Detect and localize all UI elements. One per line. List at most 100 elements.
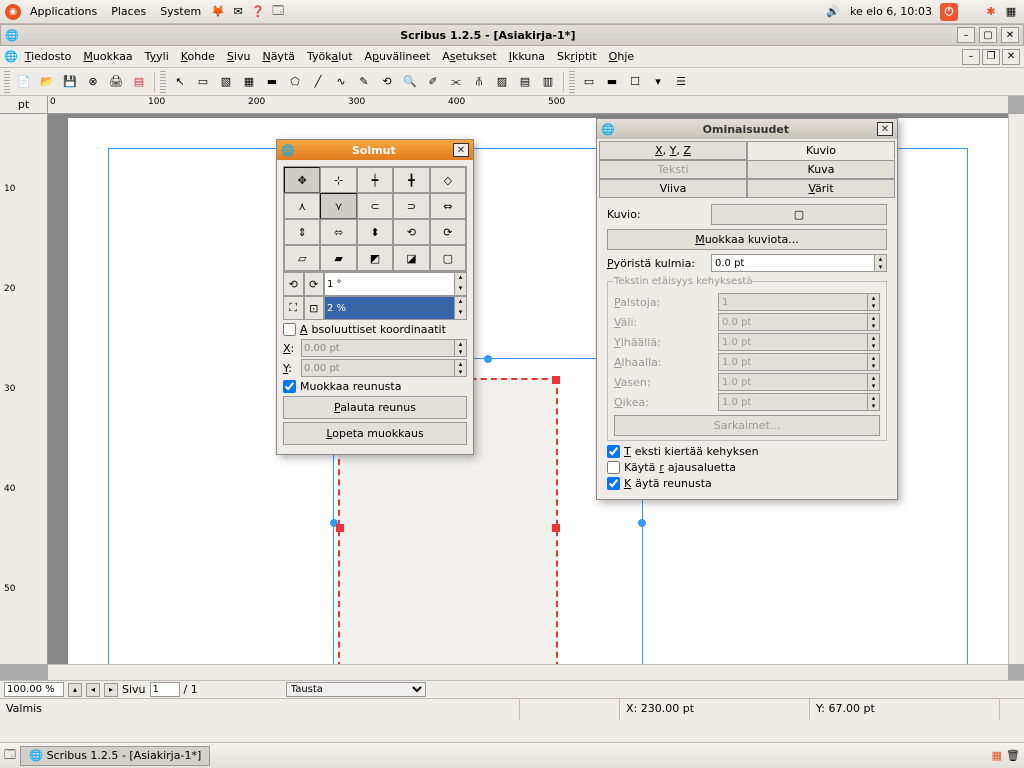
skew-d-button[interactable]: ◪ [393,245,429,271]
applications-menu[interactable]: Applications [24,3,103,20]
nodes-titlebar[interactable]: 🌐 Solmut ✕ [277,140,473,160]
mdi-restore-icon[interactable]: ❐ [982,49,1000,65]
mdi-close-icon[interactable]: ✕ [1002,49,1020,65]
end-editing-button[interactable]: Lopeta muokkaus [283,422,467,445]
delete-node-button[interactable]: ╋ [393,167,429,193]
close-icon[interactable]: ✕ [877,122,893,136]
use-contour-checkbox[interactable]: Käytä reunusta [607,477,887,490]
measure-tool[interactable]: ▨ [491,71,513,93]
shrink-button[interactable]: ⊡ [304,296,325,320]
shear-h-button[interactable]: ⬄ [320,219,356,245]
reset-contour-button[interactable]: Palauta reunus [283,396,467,419]
taskbar-scribus[interactable]: 🌐 Scribus 1.2.5 - [Asiakirja-1*] [20,746,210,766]
menu-tyyli[interactable]: Tyyli [140,48,174,65]
ruler-unit[interactable]: pt [0,96,48,114]
help-icon[interactable]: ❓ [249,3,267,21]
image-frame-tool[interactable]: ▧ [215,71,237,93]
ruler-horizontal[interactable]: 0 100 200 300 400 500 [48,96,1008,114]
zoom-up[interactable]: ▴ [68,683,82,697]
new-doc-button[interactable]: 📄 [13,71,35,93]
text-wrap-checkbox[interactable]: Teksti kiertää kehyksen [607,445,887,458]
percent-input[interactable]: ▴▾ [324,296,467,320]
reset-shape-button[interactable]: ▢ [430,245,466,271]
menu-ohje[interactable]: Ohje [604,48,639,65]
rotate-cw2-button[interactable]: ⟳ [304,272,325,296]
menu-nayta[interactable]: Näytä [257,48,300,65]
tray-icon-1[interactable]: ✱ [982,3,1000,21]
move-node-button[interactable]: ✥ [284,167,320,193]
mdi-minimize-icon[interactable]: – [962,49,980,65]
minimize-button[interactable]: – [957,27,975,43]
mail-icon[interactable]: ✉ [229,3,247,21]
edit-contour-checkbox[interactable]: Muokkaa reunusta [283,380,467,393]
sym-ctrl-button[interactable]: ⋎ [320,193,356,219]
skew-u-button[interactable]: ◩ [357,245,393,271]
freehand-tool[interactable]: ✎ [353,71,375,93]
open-path-button[interactable]: ⊂ [357,193,393,219]
pdf-export-button[interactable]: ▤ [128,71,150,93]
properties-titlebar[interactable]: 🌐 Ominaisuudet ✕ [597,119,897,139]
properties-palette[interactable]: 🌐 Ominaisuudet ✕ X, Y, Z Kuvio Teksti Ku… [596,118,898,500]
tab-shape[interactable]: Kuvio [747,141,895,160]
workspace-switcher-icon[interactable]: ▦ [992,749,1002,762]
use-bbox-checkbox[interactable]: Käytä rajausaluetta [607,461,887,474]
pdf-text-tool[interactable]: ▬ [601,71,623,93]
line-tool[interactable]: ╱ [307,71,329,93]
scroll-left[interactable]: ◂ [86,683,100,697]
zoom-tool[interactable]: 🔍 [399,71,421,93]
system-menu[interactable]: System [154,3,207,20]
pdf-button-tool[interactable]: ▭ [578,71,600,93]
menu-asetukset[interactable]: Asetukset [437,48,502,65]
open-doc-button[interactable]: 📂 [36,71,58,93]
pdf-list-tool[interactable]: ☰ [670,71,692,93]
menu-skriptit[interactable]: Skriptit [552,48,602,65]
pdf-checkbox-tool[interactable]: ☐ [624,71,646,93]
select-tool[interactable]: ↖ [169,71,191,93]
reset-ctrl-button[interactable]: ◇ [430,167,466,193]
unlink-frames-tool[interactable]: ⫚ [468,71,490,93]
clock[interactable]: ke elo 6, 10:03 [844,3,938,20]
zoom-input[interactable] [4,682,64,697]
link-frames-tool[interactable]: ⫘ [445,71,467,93]
scrollbar-vertical[interactable] [1008,114,1024,664]
tab-line[interactable]: Viiva [599,179,747,198]
shear-v-button[interactable]: ⬍ [357,219,393,245]
menu-muokkaa[interactable]: Muokkaa [78,48,137,65]
tray-icon-2[interactable]: ▦ [1002,3,1020,21]
scrollbar-horizontal[interactable] [48,664,1008,680]
tab-xyz[interactable]: X, Y, Z [599,141,747,160]
firefox-icon[interactable]: 🦊 [209,3,227,21]
toolbar-handle-icon[interactable] [160,71,166,93]
page-input[interactable] [150,682,180,697]
layer-select[interactable]: Tausta [286,682,426,697]
absolute-coords-checkbox[interactable]: AAbsoluuttiset koordinaatitbsoluuttiset … [283,323,467,336]
tab-image[interactable]: Kuva [747,160,895,179]
scroll-right[interactable]: ▸ [104,683,118,697]
trash-icon[interactable]: 🗑 [1006,749,1020,762]
mirror-h-button[interactable]: ⇔ [430,193,466,219]
close-icon[interactable]: ✕ [453,143,469,157]
add-node-button[interactable]: ┿ [357,167,393,193]
enlarge-button[interactable]: ⛶ [283,296,304,320]
round-corners-input[interactable]: ▴▾ [711,254,887,272]
bezier-tool[interactable]: ∿ [330,71,352,93]
table-tool[interactable]: ▦ [238,71,260,93]
menu-tyokalut[interactable]: Työkalut [302,48,358,65]
close-doc-button[interactable]: ⊗ [82,71,104,93]
skew-r-button[interactable]: ▰ [320,245,356,271]
desktop-icon[interactable]: 🗔 [269,3,287,21]
pdf-combo-tool[interactable]: ▾ [647,71,669,93]
toolbar-handle-icon[interactable] [4,71,10,93]
menu-apuvalineet[interactable]: Apuvälineet [360,48,436,65]
mirror-v-button[interactable]: ⇕ [284,219,320,245]
angle-input[interactable]: ▴▾ [324,272,467,296]
close-path-button[interactable]: ⊃ [393,193,429,219]
eyedropper-tool[interactable]: ▤ [514,71,536,93]
move-ctrl-button[interactable]: ⊹ [320,167,356,193]
print-button[interactable]: 🖨 [105,71,127,93]
rotate-tool[interactable]: ⟲ [376,71,398,93]
rotate-ccw-button[interactable]: ⟲ [393,219,429,245]
close-button[interactable]: ✕ [1001,27,1019,43]
menu-tiedosto[interactable]: Tiedosto [20,48,77,65]
text-frame-tool[interactable]: ▭ [192,71,214,93]
